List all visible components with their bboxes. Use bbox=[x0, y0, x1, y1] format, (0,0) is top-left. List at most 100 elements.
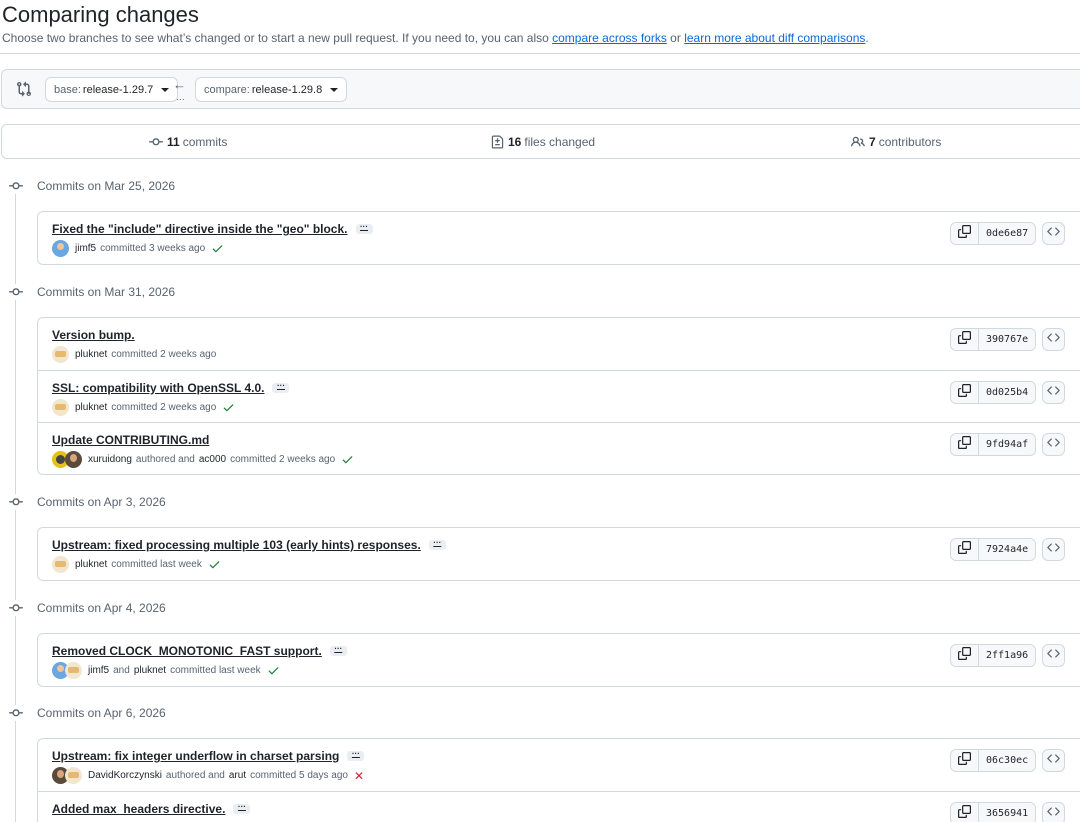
commit-sha-link[interactable]: 3656941 bbox=[979, 803, 1036, 822]
subtitle-or: or bbox=[670, 31, 681, 45]
commit-author-link[interactable]: jimf5 bbox=[75, 243, 96, 254]
expand-message-button[interactable]: ··· bbox=[355, 223, 373, 234]
commit-title-link[interactable]: Added max_headers directive. ··· bbox=[52, 802, 251, 816]
commit-row: Upstream: fix integer underflow in chars… bbox=[38, 739, 1080, 791]
commit-title: Fixed the "include" directive inside the… bbox=[52, 222, 348, 236]
browse-repository-button[interactable] bbox=[1042, 749, 1066, 772]
commit-title-link[interactable]: SSL: compatibility with OpenSSL 4.0. ··· bbox=[52, 381, 290, 395]
code-icon bbox=[1047, 436, 1060, 454]
browse-repository-button[interactable] bbox=[1042, 644, 1066, 667]
compare-branch-select[interactable]: compare: release-1.29.8 bbox=[195, 77, 348, 102]
copy-sha-button[interactable] bbox=[951, 539, 979, 560]
browse-repository-button[interactable] bbox=[1042, 381, 1066, 404]
base-branch-select[interactable]: base: release-1.29.7 bbox=[45, 77, 179, 102]
files-label: files changed bbox=[524, 135, 596, 149]
commit-group-date: Commits on Apr 4, 2026 bbox=[37, 601, 166, 615]
commit-sha-link[interactable]: 06c30ec bbox=[979, 750, 1036, 771]
git-commit-icon bbox=[8, 284, 24, 300]
expand-message-button[interactable]: ··· bbox=[347, 750, 365, 761]
expand-message-button[interactable]: ··· bbox=[428, 539, 446, 550]
files-changed-tab[interactable]: 16 files changed bbox=[491, 135, 595, 149]
commit-author-link[interactable]: pluknet bbox=[75, 402, 107, 413]
commit-title: Removed CLOCK_MONOTONIC_FAST support. bbox=[52, 644, 322, 658]
page-subtitle: Choose two branches to see what’s change… bbox=[2, 31, 869, 45]
copy-icon bbox=[958, 646, 971, 665]
avatar[interactable] bbox=[52, 346, 69, 363]
browse-repository-button[interactable] bbox=[1042, 538, 1066, 561]
copy-sha-button[interactable] bbox=[951, 434, 979, 455]
avatar[interactable] bbox=[65, 662, 82, 679]
commits-tab[interactable]: 11 commits bbox=[149, 135, 227, 149]
commit-row: SSL: compatibility with OpenSSL 4.0. ··· p… bbox=[38, 370, 1080, 422]
check-icon[interactable] bbox=[222, 401, 235, 414]
commit-meta: DavidKorczynski authored and arut committed… bbox=[52, 767, 364, 784]
compare-forks-link[interactable]: compare across forks bbox=[552, 31, 667, 45]
commit-author-link[interactable]: arut bbox=[229, 770, 246, 781]
commit-sha-link[interactable]: 7924a4e bbox=[979, 539, 1036, 560]
avatar[interactable] bbox=[52, 240, 69, 257]
browse-repository-button[interactable] bbox=[1042, 222, 1066, 245]
browse-repository-button[interactable] bbox=[1042, 433, 1066, 456]
commit-sha-link[interactable]: 0d025b4 bbox=[979, 382, 1036, 403]
commit-author-link[interactable]: ac000 bbox=[199, 454, 226, 465]
code-icon bbox=[1047, 752, 1060, 770]
commit-sha-link[interactable]: 0de6e87 bbox=[979, 223, 1036, 244]
x-icon[interactable]: ✕ bbox=[354, 769, 364, 783]
commit-author-link[interactable]: pluknet bbox=[75, 349, 107, 360]
expand-message-button[interactable]: ··· bbox=[272, 382, 290, 393]
avatar[interactable] bbox=[65, 451, 82, 468]
browse-repository-button[interactable] bbox=[1042, 328, 1066, 351]
check-icon[interactable] bbox=[211, 242, 224, 255]
commit-sha-link[interactable]: 2ff1a96 bbox=[979, 645, 1036, 666]
sha-button-group: 06c30ec bbox=[950, 749, 1037, 772]
commit-meta-text: committed 3 weeks ago bbox=[100, 243, 206, 254]
commit-meta-text: committed 2 weeks ago bbox=[111, 349, 217, 360]
avatar[interactable] bbox=[52, 556, 69, 573]
copy-sha-button[interactable] bbox=[951, 382, 979, 403]
commit-title: Upstream: fixed processing multiple 103 … bbox=[52, 538, 421, 552]
range-editor: base: release-1.29.7 ← … compare: releas… bbox=[1, 69, 1080, 109]
check-icon[interactable] bbox=[208, 558, 221, 571]
copy-sha-button[interactable] bbox=[951, 329, 979, 350]
contributors-count: 7 bbox=[869, 135, 876, 149]
check-icon[interactable] bbox=[267, 664, 280, 677]
commit-title-link[interactable]: Removed CLOCK_MONOTONIC_FAST support. ··· bbox=[52, 644, 347, 658]
commits-label: commits bbox=[182, 135, 228, 149]
commit-title-link[interactable]: Upstream: fixed processing multiple 103 … bbox=[52, 538, 446, 552]
commit-group-date: Commits on Mar 25, 2026 bbox=[37, 179, 176, 193]
git-commit-icon bbox=[8, 494, 24, 510]
copy-sha-button[interactable] bbox=[951, 645, 979, 666]
commit-author-link[interactable]: xuruidong bbox=[88, 454, 132, 465]
commit-sha-link[interactable]: 390767e bbox=[979, 329, 1036, 350]
commit-author-link[interactable]: jimf5 bbox=[88, 665, 109, 676]
copy-icon bbox=[958, 751, 971, 770]
copy-sha-button[interactable] bbox=[951, 803, 979, 822]
commit-title-link[interactable]: Upstream: fix integer underflow in chars… bbox=[52, 749, 365, 763]
contributors-label: contributors bbox=[878, 135, 942, 149]
commit-title-link[interactable]: Fixed the "include" directive inside the… bbox=[52, 222, 373, 236]
learn-more-link[interactable]: learn more about diff comparisons bbox=[684, 31, 865, 45]
contributors-tab[interactable]: 7 contributors bbox=[851, 135, 941, 149]
commit-author-link[interactable]: pluknet bbox=[75, 559, 107, 570]
commit-title: SSL: compatibility with OpenSSL 4.0. bbox=[52, 381, 265, 395]
expand-message-button[interactable]: ··· bbox=[329, 645, 347, 656]
commit-author-link[interactable]: DavidKorczynski bbox=[88, 770, 162, 781]
expand-message-button[interactable]: ··· bbox=[233, 803, 251, 814]
check-icon[interactable] bbox=[341, 453, 354, 466]
browse-repository-button[interactable] bbox=[1042, 802, 1066, 822]
copy-sha-button[interactable] bbox=[951, 223, 979, 244]
commit-row: Upstream: fixed processing multiple 103 … bbox=[38, 528, 1080, 580]
commit-title-link[interactable]: Version bump. bbox=[52, 328, 135, 342]
base-label: base: bbox=[54, 83, 81, 96]
commit-title: Version bump. bbox=[52, 328, 135, 342]
commit-title: Update CONTRIBUTING.md bbox=[52, 433, 210, 447]
range-dots: … bbox=[176, 92, 185, 102]
avatar[interactable] bbox=[65, 767, 82, 784]
code-icon bbox=[1047, 384, 1060, 402]
commit-actions: 0d025b4 bbox=[950, 381, 1066, 404]
commit-author-link[interactable]: pluknet bbox=[134, 665, 166, 676]
copy-sha-button[interactable] bbox=[951, 750, 979, 771]
commit-sha-link[interactable]: 9fd94af bbox=[979, 434, 1036, 455]
avatar[interactable] bbox=[52, 399, 69, 416]
commit-title-link[interactable]: Update CONTRIBUTING.md bbox=[52, 433, 209, 447]
